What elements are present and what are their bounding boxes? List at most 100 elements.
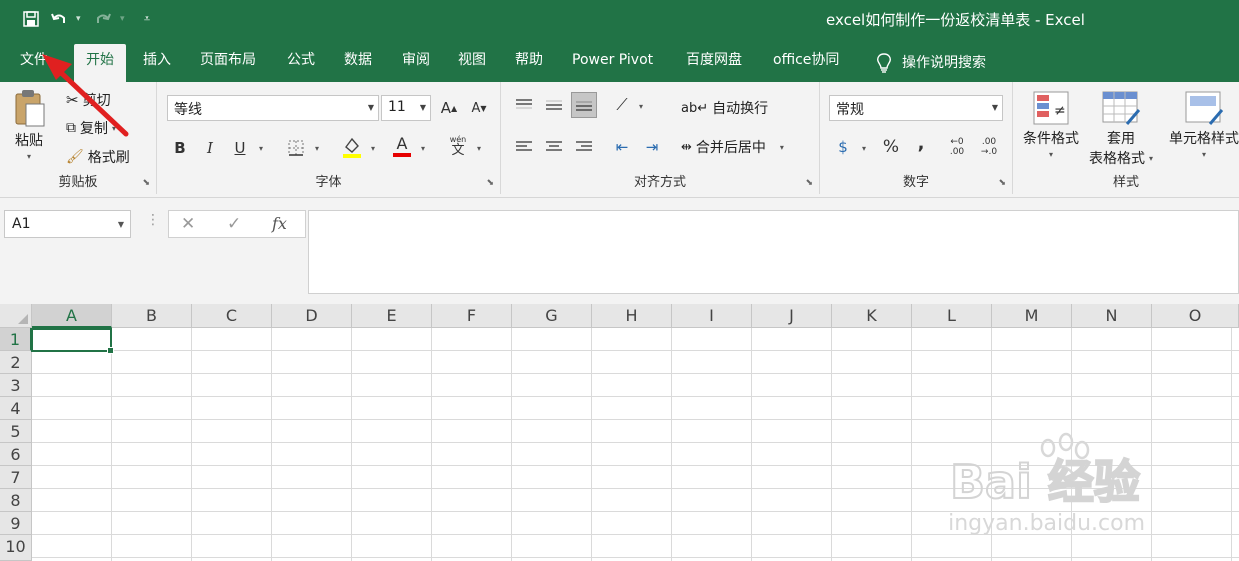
- phonetic-guide-icon[interactable]: wén 文: [445, 132, 471, 158]
- decrease-font-size-icon[interactable]: A ▼: [466, 95, 492, 121]
- column-header-a[interactable]: A: [32, 304, 112, 328]
- column-header-g[interactable]: G: [512, 304, 592, 328]
- column-header-i[interactable]: I: [672, 304, 752, 328]
- column-header-n[interactable]: N: [1072, 304, 1152, 328]
- bold-button[interactable]: B: [167, 135, 193, 161]
- underline-dropdown-icon[interactable]: ▾: [259, 144, 263, 153]
- orientation-dropdown-icon[interactable]: ▾: [639, 102, 643, 111]
- italic-button[interactable]: I: [197, 135, 223, 161]
- borders-icon[interactable]: [283, 135, 309, 161]
- cancel-icon[interactable]: ✕: [181, 214, 195, 234]
- select-all-button[interactable]: [0, 304, 32, 328]
- paste-button[interactable]: 粘贴 ▾: [12, 88, 46, 161]
- format-as-table-dropdown-icon[interactable]: ▾: [1149, 154, 1153, 163]
- row-header-6[interactable]: 6: [0, 443, 32, 466]
- number-launcher-icon[interactable]: ⬊: [998, 178, 1006, 188]
- row-header-10[interactable]: 10: [0, 535, 32, 561]
- increase-font-size-icon[interactable]: A ▲: [436, 95, 462, 121]
- column-header-d[interactable]: D: [272, 304, 352, 328]
- align-center-icon[interactable]: [541, 134, 567, 160]
- column-header-e[interactable]: E: [352, 304, 432, 328]
- insert-function-icon[interactable]: fx: [272, 214, 287, 233]
- column-header-l[interactable]: L: [912, 304, 992, 328]
- number-format-select[interactable]: 常规 ▼: [829, 95, 1003, 121]
- column-header-o[interactable]: O: [1152, 304, 1239, 328]
- font-color-dropdown-icon[interactable]: ▾: [421, 144, 425, 153]
- align-bottom-icon[interactable]: [571, 92, 597, 118]
- merge-center-button[interactable]: ⇹ 合并后居中 ▾: [681, 137, 784, 157]
- cell-styles-button[interactable]: 单元格样式 ▾: [1169, 90, 1239, 159]
- underline-button[interactable]: U: [227, 135, 253, 161]
- tab-office-collab[interactable]: office协同: [761, 44, 851, 82]
- row-header-9[interactable]: 9: [0, 512, 32, 535]
- borders-dropdown-icon[interactable]: ▾: [315, 144, 319, 153]
- tab-data[interactable]: 数据: [332, 44, 384, 82]
- row-header-8[interactable]: 8: [0, 489, 32, 512]
- align-middle-icon[interactable]: [541, 92, 567, 118]
- copy-dropdown-icon[interactable]: ▾: [112, 124, 116, 133]
- row-header-5[interactable]: 5: [0, 420, 32, 443]
- tab-home[interactable]: 开始: [74, 44, 126, 82]
- formula-input[interactable]: [308, 210, 1239, 294]
- wrap-text-button[interactable]: ab↵ 自动换行: [681, 98, 768, 118]
- tab-help[interactable]: 帮助: [503, 44, 555, 82]
- paste-dropdown-icon[interactable]: ▾: [27, 152, 31, 161]
- increase-decimal-icon[interactable]: ←0.00: [944, 134, 970, 160]
- row-header-7[interactable]: 7: [0, 466, 32, 489]
- column-header-h[interactable]: H: [592, 304, 672, 328]
- font-color-icon[interactable]: A: [389, 134, 415, 160]
- cut-button[interactable]: ✂ 剪切: [66, 90, 111, 110]
- increase-indent-icon[interactable]: ⇥: [639, 134, 665, 160]
- undo-icon[interactable]: [48, 8, 70, 30]
- undo-dropdown-icon[interactable]: ▾: [76, 14, 86, 24]
- save-icon[interactable]: [20, 8, 42, 30]
- comma-style-button[interactable]: ,: [908, 130, 934, 156]
- column-header-j[interactable]: J: [752, 304, 832, 328]
- column-header-m[interactable]: M: [992, 304, 1072, 328]
- tell-me-search[interactable]: 操作说明搜索: [864, 44, 998, 82]
- phonetic-dropdown-icon[interactable]: ▾: [477, 144, 481, 153]
- font-name-select[interactable]: 等线 ▼: [167, 95, 379, 121]
- tab-baidu-netdisk[interactable]: 百度网盘: [674, 44, 754, 82]
- tab-insert[interactable]: 插入: [131, 44, 183, 82]
- accounting-format-icon[interactable]: $: [830, 134, 856, 160]
- enter-icon[interactable]: ✓: [227, 214, 241, 234]
- text-orientation-icon[interactable]: ⟋: [609, 92, 635, 118]
- decrease-indent-icon[interactable]: ⇤: [609, 134, 635, 160]
- accounting-dropdown-icon[interactable]: ▾: [862, 144, 866, 153]
- decrease-decimal-icon[interactable]: .00 →.0: [976, 134, 1002, 160]
- formula-bar-grip-icon[interactable]: ⋮: [146, 212, 160, 228]
- row-header-3[interactable]: 3: [0, 374, 32, 397]
- alignment-launcher-icon[interactable]: ⬊: [805, 178, 813, 188]
- redo-icon[interactable]: [92, 8, 114, 30]
- tab-file[interactable]: 文件: [8, 44, 60, 82]
- align-right-icon[interactable]: [571, 134, 597, 160]
- redo-dropdown-icon[interactable]: ▾: [120, 14, 130, 24]
- customize-qat-icon[interactable]: ⩡: [136, 8, 158, 30]
- row-header-4[interactable]: 4: [0, 397, 32, 420]
- column-header-b[interactable]: B: [112, 304, 192, 328]
- fill-color-dropdown-icon[interactable]: ▾: [371, 144, 375, 153]
- merge-dropdown-icon[interactable]: ▾: [780, 143, 784, 152]
- column-header-k[interactable]: K: [832, 304, 912, 328]
- copy-button[interactable]: ⧉ 复制 ▾: [66, 118, 116, 138]
- conditional-dropdown-icon[interactable]: ▾: [1049, 150, 1053, 159]
- tab-review[interactable]: 审阅: [390, 44, 442, 82]
- tab-view[interactable]: 视图: [446, 44, 498, 82]
- active-cell-a1[interactable]: [31, 328, 114, 354]
- align-left-icon[interactable]: [511, 134, 537, 160]
- column-header-f[interactable]: F: [432, 304, 512, 328]
- row-header-1[interactable]: 1: [0, 328, 32, 351]
- font-size-select[interactable]: 11 ▼: [381, 95, 431, 121]
- font-launcher-icon[interactable]: ⬊: [486, 178, 494, 188]
- conditional-formatting-button[interactable]: ≠ 条件格式 ▾: [1023, 90, 1079, 159]
- percent-style-button[interactable]: %: [878, 134, 904, 160]
- name-box[interactable]: A1 ▼: [4, 210, 131, 238]
- tab-page-layout[interactable]: 页面布局: [188, 44, 268, 82]
- align-top-icon[interactable]: [511, 92, 537, 118]
- format-as-table-button[interactable]: 套用 表格格式 ▾: [1089, 90, 1153, 168]
- tab-formulas[interactable]: 公式: [275, 44, 327, 82]
- clipboard-launcher-icon[interactable]: ⬊: [142, 178, 150, 188]
- row-header-2[interactable]: 2: [0, 351, 32, 374]
- tab-power-pivot[interactable]: Power Pivot: [560, 44, 665, 82]
